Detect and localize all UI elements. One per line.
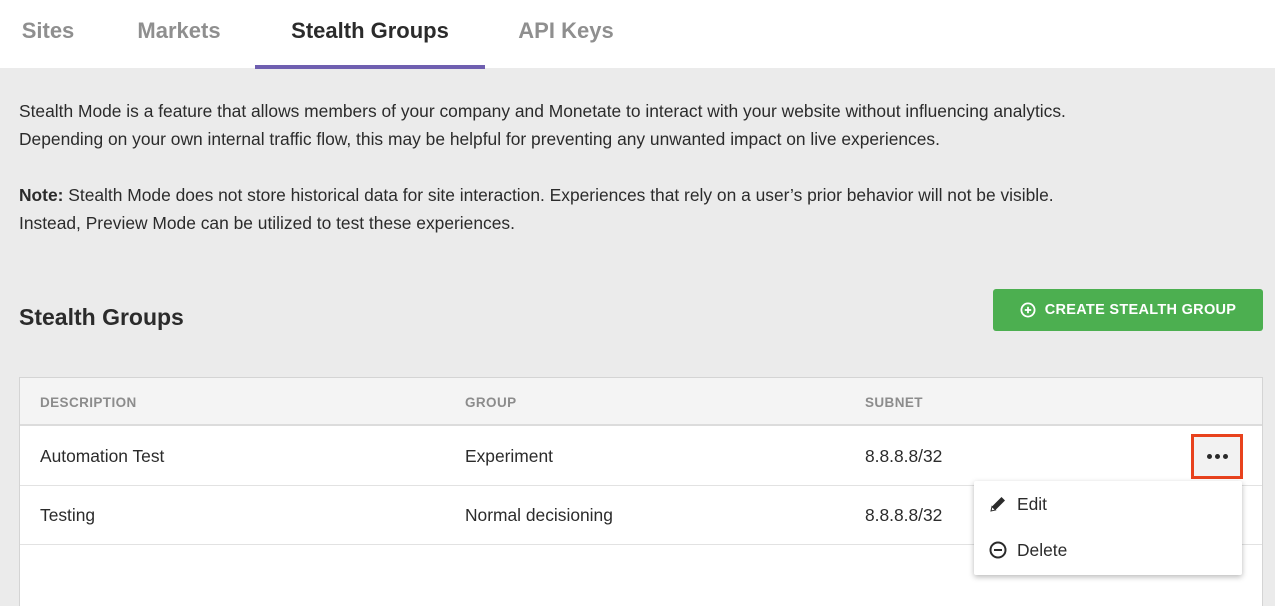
menu-item-edit[interactable]: Edit bbox=[974, 485, 1242, 523]
tab-sites[interactable]: Sites bbox=[14, 0, 82, 68]
table-row: Automation Test Experiment 8.8.8.8/32 bbox=[20, 427, 1262, 486]
menu-item-edit-label: Edit bbox=[1017, 493, 1047, 514]
note-line-2: Instead, Preview Mode can be utilized to… bbox=[19, 213, 515, 233]
row-actions-button[interactable] bbox=[1191, 434, 1243, 479]
row-description: Automation Test bbox=[40, 446, 165, 466]
active-tab-indicator bbox=[255, 65, 485, 69]
more-horizontal-icon bbox=[1206, 454, 1228, 459]
note-paragraph: Note: Stealth Mode does not store histor… bbox=[19, 181, 1259, 237]
tab-stealth-groups[interactable]: Stealth Groups bbox=[255, 0, 485, 68]
row-subnet: 8.8.8.8/32 bbox=[865, 505, 943, 525]
tab-markets[interactable]: Markets bbox=[124, 0, 234, 68]
intro-line-2: Depending on your own internal traffic f… bbox=[19, 129, 940, 149]
row-subnet: 8.8.8.8/32 bbox=[865, 446, 943, 466]
minus-circle-icon bbox=[989, 541, 1007, 559]
row-group: Normal decisioning bbox=[465, 505, 613, 525]
tab-bar: Sites Markets Stealth Groups API Keys bbox=[0, 0, 1275, 69]
create-stealth-group-label: CREATE STEALTH GROUP bbox=[1044, 302, 1237, 318]
menu-item-delete-label: Delete bbox=[1017, 539, 1068, 560]
note-label: Note: bbox=[19, 185, 64, 205]
tab-api-keys[interactable]: API Keys bbox=[508, 0, 624, 68]
plus-circle-icon bbox=[1020, 302, 1036, 318]
pencil-icon bbox=[990, 497, 1005, 512]
column-header-group: GROUP bbox=[465, 395, 517, 410]
intro-line-1: Stealth Mode is a feature that allows me… bbox=[19, 101, 1066, 121]
column-header-description: DESCRIPTION bbox=[40, 395, 137, 410]
create-stealth-group-button[interactable]: CREATE STEALTH GROUP bbox=[993, 289, 1263, 331]
intro-paragraph: Stealth Mode is a feature that allows me… bbox=[19, 97, 1259, 153]
stealth-mode-description: Stealth Mode is a feature that allows me… bbox=[19, 97, 1259, 237]
row-group: Experiment bbox=[465, 446, 553, 466]
section-title: Stealth Groups bbox=[19, 304, 184, 330]
menu-item-delete[interactable]: Delete bbox=[974, 531, 1242, 569]
table-header: DESCRIPTION GROUP SUBNET bbox=[20, 378, 1262, 426]
row-description: Testing bbox=[40, 505, 96, 525]
column-header-subnet: SUBNET bbox=[865, 395, 923, 410]
row-actions-menu: Edit Delete bbox=[974, 481, 1242, 575]
note-line-1: Stealth Mode does not store historical d… bbox=[63, 185, 1054, 205]
